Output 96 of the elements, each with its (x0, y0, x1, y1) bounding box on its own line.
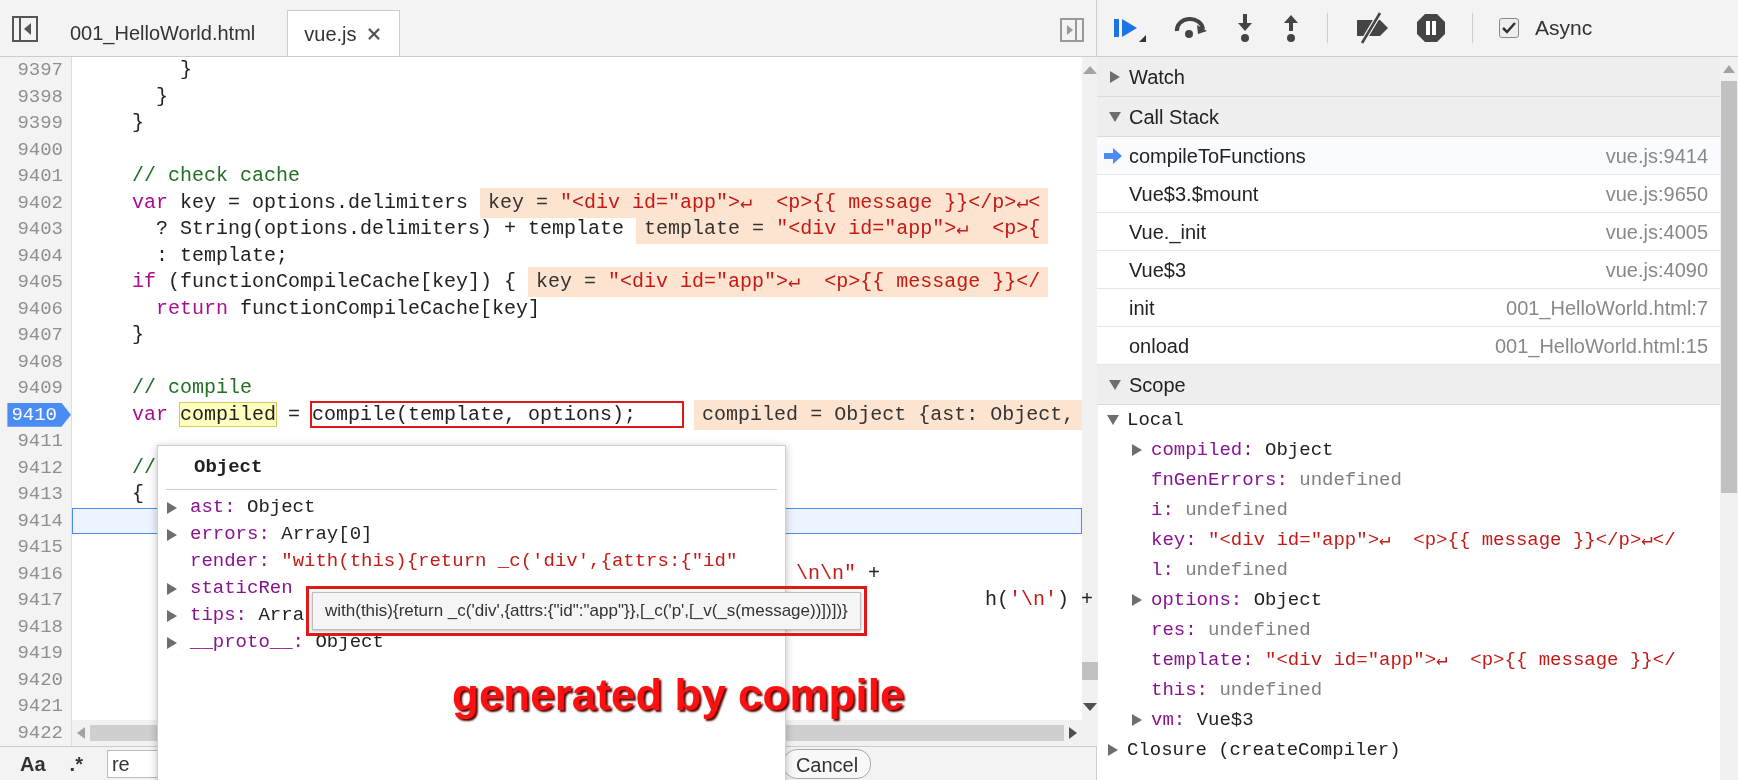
property-entry[interactable]: tips: Arra (190, 601, 305, 630)
popover-title: Object (194, 454, 263, 480)
variable-entry[interactable]: res: undefined (1151, 615, 1311, 645)
code-line: if (functionCompileCache[key]) { (131, 269, 517, 296)
call-frame[interactable]: Vue$3 vue.js:4090 (1097, 251, 1720, 289)
collapsed-triangle-icon[interactable] (1131, 714, 1143, 726)
inline-value: key = "<div id="app">↵ <p>{{ message }}</ (528, 267, 1049, 298)
vertical-scrollbar[interactable] (1082, 57, 1099, 746)
variable-entry[interactable]: compiled: Object (1151, 435, 1334, 465)
section-title: Call Stack (1129, 104, 1220, 130)
section-header[interactable]: Watch (1097, 57, 1720, 97)
variable-entry[interactable]: template: "<div id="app">↵ <p>{{ message }}</ (1151, 645, 1676, 675)
source-location[interactable]: vue.js:4090 (1605, 254, 1708, 285)
annotation-text: generated by compile (452, 669, 905, 721)
inline-value: key = "<div id="app">↵ <p>{{ message }}</p>↵< (480, 187, 1049, 218)
function-name: compileToFunctions (1129, 143, 1307, 169)
function-name: Vue$3 (1129, 257, 1188, 283)
function-name: init (1129, 295, 1156, 321)
property-entry[interactable]: render: "with(this){return _c('div',{attrs:{"id" (190, 547, 738, 576)
scroll-down-icon[interactable] (1083, 702, 1098, 712)
code-line: var compiled = compile(template, options); (84, 399, 683, 430)
collapsed-triangle-icon[interactable] (1131, 594, 1143, 606)
function-name: Vue._init (1129, 219, 1208, 246)
toggle-navigator-icon[interactable] (12, 16, 38, 42)
match-case-toggle[interactable]: Aa (20, 748, 46, 779)
variable-entry[interactable]: options: Object (1151, 585, 1323, 615)
sidebar-scrollbar[interactable] (1720, 57, 1738, 780)
source-location[interactable]: vue.js:4005 (1605, 216, 1708, 247)
call-frame[interactable]: Vue$3.$mount vue.js:9650 (1097, 175, 1720, 213)
collapsed-triangle-icon[interactable] (1131, 444, 1143, 456)
variable-entry[interactable]: this: undefined (1151, 675, 1323, 705)
code-line: } (131, 322, 144, 349)
pause-on-exceptions-icon[interactable] (1416, 13, 1446, 43)
expanded-triangle-icon[interactable] (1109, 378, 1121, 391)
scroll-right-icon[interactable] (1068, 726, 1079, 739)
section-header[interactable]: Scope (1097, 365, 1720, 405)
code-line: } (155, 83, 168, 110)
step-over-icon[interactable] (1173, 15, 1209, 41)
step-into-icon[interactable] (1235, 13, 1255, 43)
code-line: var key = options.delimiters (131, 189, 469, 216)
call-frame[interactable]: onload 001_HelloWorld.html:15 (1097, 327, 1720, 365)
regex-toggle[interactable]: .* (69, 748, 83, 779)
code-line: { (131, 481, 144, 508)
code-line: } (179, 57, 193, 84)
variable-entry[interactable]: fnGenErrors: undefined (1151, 465, 1402, 495)
scope-title[interactable]: Closure (createCompiler) (1127, 735, 1401, 765)
collapsed-triangle-icon[interactable] (1107, 744, 1119, 756)
collapsed-triangle-icon[interactable] (166, 528, 178, 541)
variable-entry[interactable]: key: "<div id="app">↵ <p>{{ message }}</p>↵</ (1151, 525, 1676, 555)
scope-title[interactable]: Local (1127, 405, 1184, 435)
call-frame[interactable]: Vue._init vue.js:4005 (1097, 213, 1720, 251)
code-line: // check cache (131, 163, 301, 190)
collapsed-triangle-icon[interactable] (1109, 70, 1121, 83)
code-line: // compile (131, 375, 253, 402)
code-line: : template; (155, 242, 289, 269)
file-tab[interactable]: vue.js (287, 10, 400, 56)
checkmark-icon (1502, 22, 1516, 34)
section-header[interactable]: Call Stack (1097, 97, 1720, 137)
code-line: return functionCompileCache[key] (155, 295, 541, 322)
async-checkbox[interactable] (1499, 18, 1519, 38)
arrow-right-icon (1104, 147, 1122, 164)
scrollbar-thumb[interactable] (1721, 81, 1737, 493)
function-name: onload (1129, 333, 1191, 359)
code-line: // (131, 454, 156, 481)
source-location[interactable]: 001_HelloWorld.html:15 (1494, 330, 1708, 361)
source-location[interactable]: 001_HelloWorld.html:7 (1506, 292, 1708, 323)
property-entry[interactable]: staticRen (190, 574, 293, 603)
property-entry[interactable]: errors: Array[0] (190, 520, 373, 549)
function-name: Vue$3.$mount (1129, 181, 1260, 207)
code-line: } (131, 110, 144, 137)
collapsed-triangle-icon[interactable] (166, 582, 178, 595)
file-tab[interactable]: 001_HelloWorld.html (54, 10, 272, 56)
code-line: ? String(options.delimiters) + template (155, 216, 625, 243)
value-tooltip: with(this){return _c('div',{attrs:{"id":"app"}},[_c('p',[_v(_s(message))])])} (312, 592, 861, 630)
deactivate-breakpoints-icon[interactable] (1354, 12, 1390, 44)
expanded-triangle-icon[interactable] (1107, 414, 1119, 426)
call-frame[interactable]: compileToFunctions vue.js:9414 (1097, 137, 1720, 175)
inline-value: compiled = Object {ast: Object, (694, 399, 1083, 430)
property-entry[interactable]: ast: Object (190, 493, 316, 522)
call-frame[interactable]: init 001_HelloWorld.html:7 (1097, 289, 1720, 327)
toggle-debugger-icon[interactable] (1060, 18, 1084, 42)
expanded-triangle-icon[interactable] (1109, 110, 1121, 123)
variable-entry[interactable]: vm: Vue$3 (1151, 705, 1254, 735)
async-label: Async (1535, 15, 1593, 42)
code-line: h('\n') + (985, 587, 1094, 614)
code-line: \n\n" + (796, 560, 881, 587)
source-location[interactable]: vue.js:9650 (1605, 178, 1708, 209)
section-title: Watch (1129, 64, 1185, 90)
section-title: Scope (1129, 372, 1186, 398)
variable-entry[interactable]: l: undefined (1151, 555, 1288, 585)
scrollbar-thumb[interactable] (1082, 662, 1099, 680)
variable-entry[interactable]: i: undefined (1151, 495, 1288, 525)
step-out-icon[interactable] (1281, 13, 1301, 43)
collapsed-triangle-icon[interactable] (166, 501, 178, 514)
collapsed-triangle-icon[interactable] (166, 636, 178, 649)
collapsed-triangle-icon[interactable] (166, 609, 178, 622)
